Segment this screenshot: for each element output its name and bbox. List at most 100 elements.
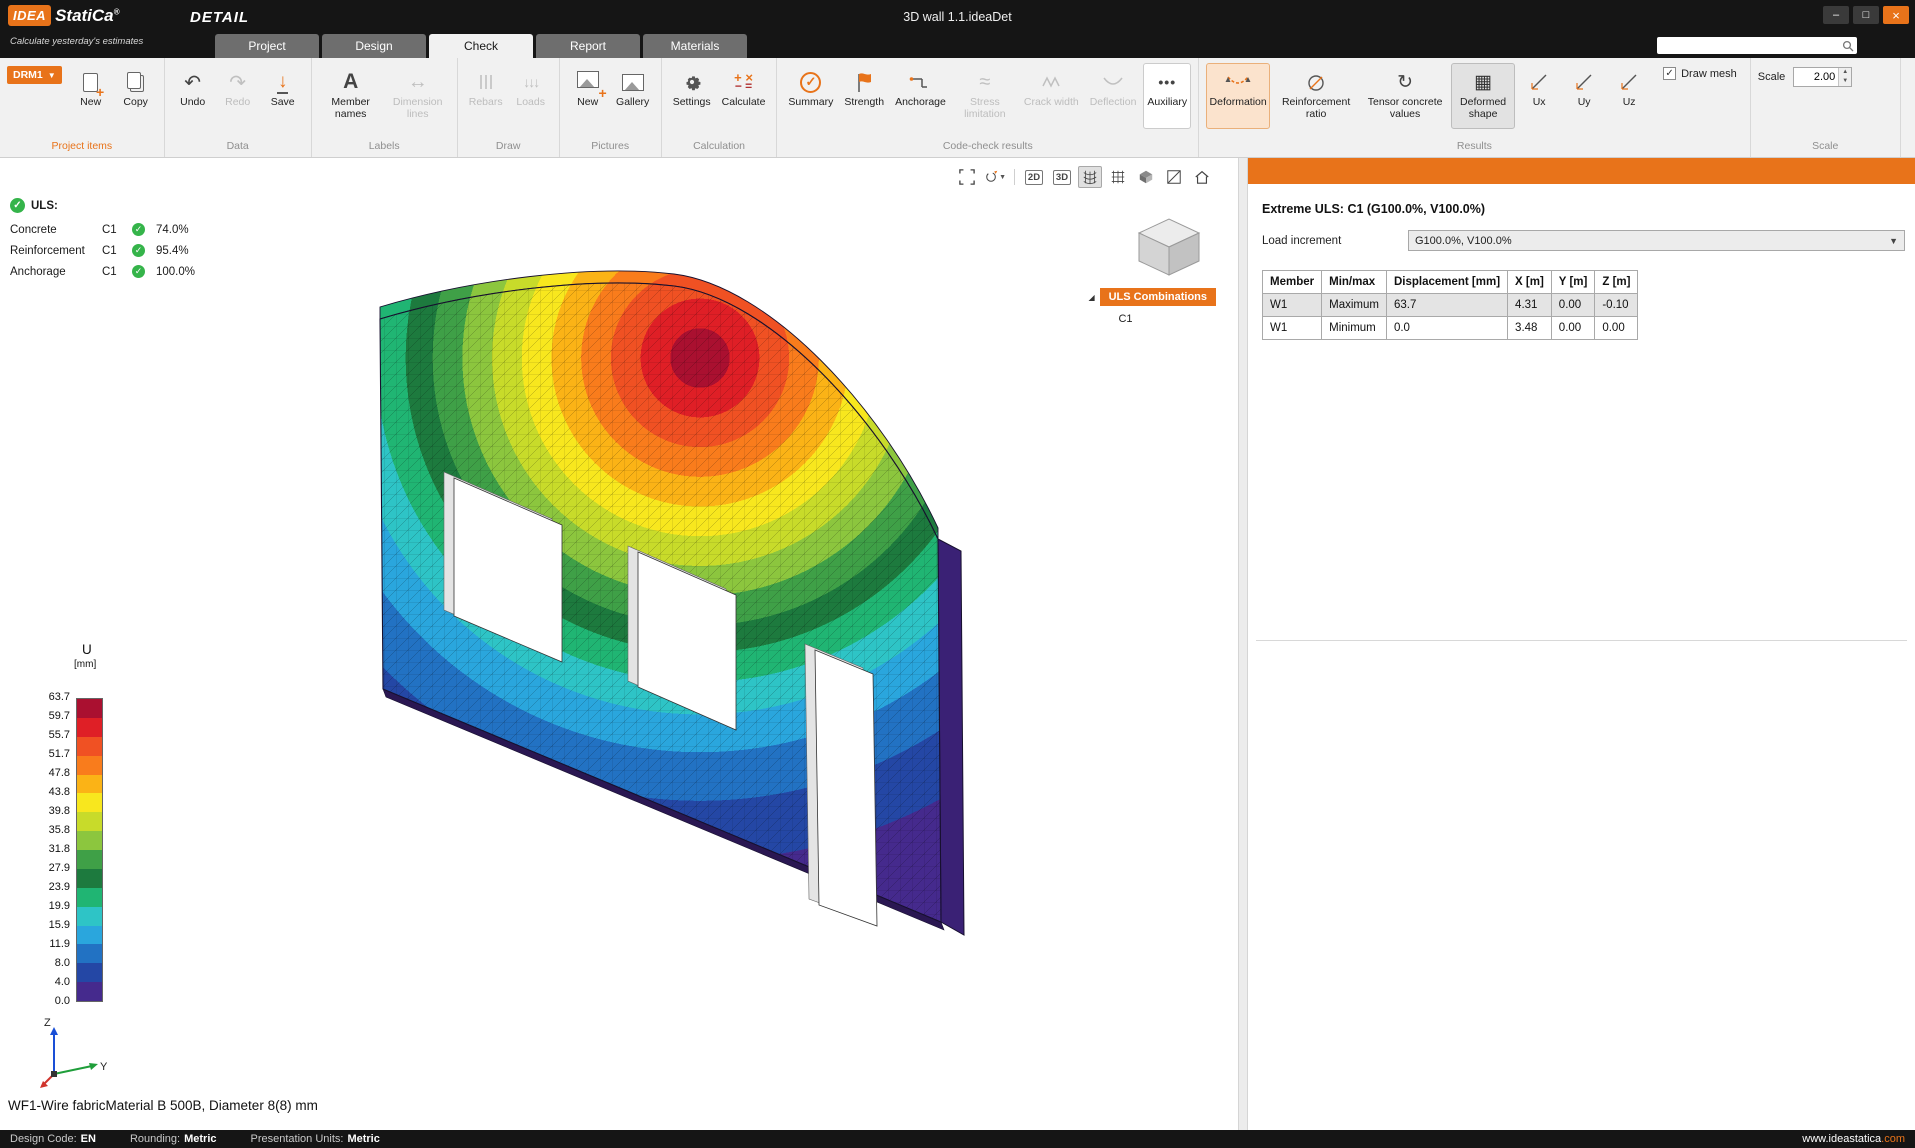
view-3d-button[interactable]: 3D <box>1050 166 1074 188</box>
fit-view-button[interactable] <box>955 166 979 188</box>
new-picture-button[interactable]: New <box>567 63 609 129</box>
legend-color-bar <box>76 698 103 1002</box>
group-label: Data <box>172 138 304 155</box>
deformation-button[interactable]: Deformation <box>1206 63 1270 129</box>
legend-value: 27.9 <box>30 862 70 874</box>
check-ok-icon: ✓ <box>10 198 25 213</box>
new-document-icon <box>83 73 98 92</box>
undeformed-mesh-view-button[interactable] <box>1106 166 1130 188</box>
main-tabs: Project Design Check Report Materials <box>215 34 747 58</box>
scale-input[interactable] <box>1794 68 1838 86</box>
tensor-concrete-values-button[interactable]: ↻ Tensor concrete values <box>1362 63 1448 129</box>
canvas-panel-divider[interactable] <box>1238 158 1248 1130</box>
settings-button[interactable]: Settings <box>669 63 715 129</box>
search-input[interactable] <box>1657 39 1842 52</box>
check-ok-icon: ✓ <box>132 265 145 278</box>
solid-view-button[interactable] <box>1134 166 1158 188</box>
home-icon <box>1194 169 1210 185</box>
orbit-button[interactable]: ▼ <box>983 166 1007 188</box>
titlebar: IDEA StatiCa® Calculate yesterday's esti… <box>0 0 1915 58</box>
deformed-mesh-view-button[interactable] <box>1078 166 1102 188</box>
calculate-icon: + ×− = <box>734 73 753 91</box>
chevron-down-icon: ▼ <box>1889 236 1898 246</box>
gallery-button[interactable]: Gallery <box>612 63 654 129</box>
legend-band <box>77 888 102 907</box>
navigation-cube[interactable] <box>1128 210 1210 287</box>
ribbon-group-scale: Scale ▲ ▼ Scale <box>1751 58 1901 157</box>
tab-check[interactable]: Check <box>429 34 533 58</box>
save-button[interactable]: ↓ Save <box>262 63 304 129</box>
anchorage-button[interactable]: Anchorage <box>891 63 950 129</box>
reinforcement-ratio-button[interactable]: Reinforcement ratio <box>1273 63 1359 129</box>
close-button[interactable]: × <box>1883 6 1909 24</box>
member-names-button[interactable]: A Member names <box>319 63 383 129</box>
minimize-button[interactable]: – <box>1823 6 1849 24</box>
table-row-maximum[interactable]: W1 Maximum 63.7 4.31 0.00 -0.10 <box>1263 294 1638 317</box>
color-legend: U [mm] 63.7 59.7 5 <box>30 640 150 1020</box>
legend-band <box>77 699 102 718</box>
copy-project-item-button[interactable]: Copy <box>115 63 157 129</box>
maximize-button[interactable]: □ <box>1853 6 1879 24</box>
deformed-shape-button[interactable]: ▦ Deformed shape <box>1451 63 1515 129</box>
selected-item-caption: WF1-Wire fabricMaterial B 500B, Diameter… <box>8 1098 318 1113</box>
check-ok-icon: ✓ <box>132 223 145 236</box>
uy-axis-icon <box>1574 72 1594 92</box>
tree-expander-icon[interactable]: ◢ <box>1088 293 1094 302</box>
tree-node-uls-combinations[interactable]: ULS Combinations <box>1100 288 1216 306</box>
auxiliary-button[interactable]: ••• Auxiliary <box>1143 63 1191 129</box>
deflection-icon <box>1102 74 1124 90</box>
toolbar-separator <box>1014 169 1015 185</box>
table-header-row: Member Min/max Displacement [mm] X [m] Y… <box>1263 271 1638 294</box>
redo-button: ↷Redo <box>217 63 259 129</box>
uy-button[interactable]: Uy <box>1563 63 1605 129</box>
dots-icon: ••• <box>1158 68 1176 96</box>
scale-decrement-button[interactable]: ▼ <box>1839 77 1851 86</box>
ux-button[interactable]: Ux <box>1518 63 1560 129</box>
uz-button[interactable]: Uz <box>1608 63 1650 129</box>
document-title: 3D wall 1.1.ideaDet <box>0 10 1915 24</box>
uls-row-concrete: Concrete C1 ✓ 74.0% <box>10 219 216 240</box>
drm1-selector[interactable]: DRM1▼ <box>7 66 62 84</box>
anchorage-icon <box>909 72 931 92</box>
home-view-button[interactable] <box>1190 166 1214 188</box>
ribbon-group-results: Deformation Reinforcement ratio ↻ Tensor… <box>1199 58 1751 157</box>
draw-mesh-checkbox[interactable]: Draw mesh <box>1663 67 1737 80</box>
cube-icon <box>1138 169 1154 185</box>
dimension-lines-icon: ↔ <box>408 68 428 96</box>
table-row-minimum[interactable]: W1 Minimum 0.0 3.48 0.00 0.00 <box>1263 317 1638 340</box>
group-label: Code-check results <box>784 138 1191 155</box>
legend-band <box>77 850 102 869</box>
redo-icon: ↷ <box>229 68 246 96</box>
strength-button[interactable]: Strength <box>840 63 888 129</box>
tab-materials[interactable]: Materials <box>643 34 747 58</box>
section-view-button[interactable] <box>1162 166 1186 188</box>
ribbon-group-project-items: DRM1▼ New Copy Project items <box>0 58 165 157</box>
load-increment-dropdown[interactable]: G100.0%, V100.0% ▼ <box>1408 230 1905 251</box>
ribbon-spacer <box>1901 58 1915 157</box>
undo-button[interactable]: ↶Undo <box>172 63 214 129</box>
legend-value: 15.9 <box>30 919 70 931</box>
legend-band <box>77 944 102 963</box>
mesh-icon: ▦ <box>1474 68 1492 96</box>
scale-increment-button[interactable]: ▲ <box>1839 68 1851 77</box>
website-link[interactable]: www.ideastatica.com <box>1802 1133 1905 1145</box>
legend-value: 31.8 <box>30 843 70 855</box>
ribbon-group-calculation: Settings + ×− = Calculate Calculation <box>662 58 778 157</box>
summary-button[interactable]: ✓ Summary <box>784 63 837 129</box>
legend-band <box>77 963 102 982</box>
tab-design[interactable]: Design <box>322 34 426 58</box>
orbit-icon <box>984 169 998 185</box>
group-label: Project items <box>7 138 157 155</box>
view-2d-button[interactable]: 2D <box>1022 166 1046 188</box>
legend-value: 8.0 <box>30 957 70 969</box>
new-project-item-button[interactable]: New <box>70 63 112 129</box>
legend-band <box>77 907 102 926</box>
calculate-button[interactable]: + ×− = Calculate <box>718 63 770 129</box>
design-code-status: Design Code:EN <box>10 1133 96 1145</box>
deformation-model[interactable] <box>0 158 1238 1130</box>
model-canvas[interactable]: ▼ 2D 3D ✓ ULS: <box>0 158 1238 1130</box>
tree-node-c1[interactable]: C1 <box>1118 313 1216 325</box>
tab-project[interactable]: Project <box>215 34 319 58</box>
tab-report[interactable]: Report <box>536 34 640 58</box>
legend-value: 19.9 <box>30 900 70 912</box>
